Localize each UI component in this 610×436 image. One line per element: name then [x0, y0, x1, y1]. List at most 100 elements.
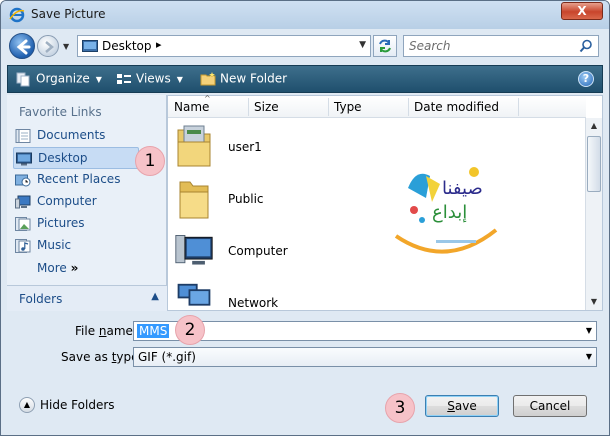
more-label: More — [37, 261, 67, 275]
column-divider[interactable] — [408, 98, 409, 116]
back-arrow-icon — [16, 39, 31, 55]
address-bar[interactable]: Desktop ▸ ▼ — [77, 35, 371, 57]
recent-places-icon — [15, 174, 31, 187]
sidebar-item-label: Computer — [37, 194, 97, 208]
computer-icon — [175, 235, 213, 265]
folders-toggle[interactable]: Folders ▲ — [7, 285, 167, 311]
callout-badge-2: 2 — [175, 315, 205, 345]
label-part: Save as — [61, 350, 112, 364]
column-size[interactable]: Size — [254, 100, 279, 114]
recent-pages-dropdown[interactable]: ▼ — [63, 42, 69, 51]
user-folder-icon — [177, 125, 211, 167]
chevron-down-icon[interactable]: ▼ — [586, 352, 592, 361]
title-bar: Save Picture X — [1, 1, 609, 29]
internet-explorer-icon — [9, 7, 25, 23]
save-button[interactable]: Save — [425, 395, 499, 417]
search-input[interactable]: Search — [403, 35, 599, 57]
desktop-icon — [82, 40, 98, 52]
column-divider[interactable] — [248, 98, 249, 116]
views-menu[interactable]: Views ▼ — [116, 71, 183, 87]
file-name: Computer — [228, 244, 288, 258]
column-header: Name ^ Size Type Date modified — [168, 94, 586, 118]
sort-ascending-icon: ^ — [204, 94, 211, 103]
label-part: File — [75, 324, 99, 338]
back-button[interactable] — [9, 33, 35, 59]
watermark-logo: صيفنا إبداع — [394, 167, 498, 254]
favorite-links-heading: Favorite Links — [19, 105, 102, 119]
sidebar-item-label: Pictures — [37, 216, 85, 230]
command-toolbar: Organize ▼ Views ▼ New Folder ? — [7, 65, 603, 93]
organize-menu[interactable]: Organize ▼ — [16, 71, 102, 87]
file-name: Public — [228, 192, 264, 206]
folder-icon — [179, 181, 209, 219]
save-accelerator: S — [447, 399, 455, 413]
network-icon — [177, 283, 211, 306]
list-item[interactable]: user1 — [174, 122, 374, 172]
sidebar-item-documents[interactable]: Documents — [13, 125, 139, 147]
column-type[interactable]: Type — [334, 100, 362, 114]
new-folder-label: New Folder — [220, 71, 288, 86]
new-folder-icon — [200, 72, 216, 86]
forward-arrow-icon — [45, 41, 54, 53]
save-as-type-value: GIF (*.gif) — [138, 350, 196, 364]
sidebar-item-music[interactable]: Music — [13, 235, 139, 257]
cancel-button[interactable]: Cancel — [513, 395, 587, 417]
documents-icon — [15, 129, 31, 143]
file-name: user1 — [228, 140, 262, 154]
save-as-type-select[interactable]: GIF (*.gif) ▼ — [133, 347, 597, 367]
forward-button[interactable] — [37, 35, 59, 57]
sidebar-item-recent-places[interactable]: Recent Places — [13, 169, 139, 191]
computer-icon — [15, 195, 31, 209]
refresh-button[interactable] — [373, 35, 397, 57]
label-accelerator: n — [98, 324, 107, 338]
sidebar-item-desktop[interactable]: Desktop — [13, 147, 139, 169]
scroll-thumb[interactable] — [587, 136, 601, 192]
search-icon[interactable] — [579, 39, 593, 53]
pictures-icon — [15, 217, 31, 231]
music-icon — [15, 239, 31, 253]
svg-text:إبداع: إبداع — [432, 202, 467, 223]
sidebar-item-pictures[interactable]: Pictures — [13, 213, 139, 235]
search-placeholder: Search — [409, 39, 451, 53]
views-dropdown-icon: ▼ — [176, 74, 183, 84]
sidebar-item-computer[interactable]: Computer — [13, 191, 139, 213]
svg-text:صيفنا: صيفنا — [442, 178, 483, 199]
window-title: Save Picture — [31, 7, 106, 21]
list-item[interactable]: Network — [174, 278, 374, 310]
list-item[interactable]: Public — [174, 174, 374, 224]
address-row: ▼ Desktop ▸ ▼ Search — [1, 29, 609, 63]
navigation-pane: Favorite Links Documents Desktop Recent … — [7, 95, 167, 311]
organize-dropdown-icon: ▼ — [95, 74, 102, 84]
chevron-up-icon: ▲ — [151, 291, 159, 302]
close-button[interactable]: X — [561, 2, 603, 20]
hide-folders-label: Hide Folders — [40, 398, 115, 412]
chevron-down-icon[interactable]: ▼ — [586, 326, 592, 335]
file-list: Name ^ Size Type Date modified user1 Pub… — [167, 94, 603, 311]
refresh-icon — [379, 39, 391, 53]
organize-icon — [16, 72, 30, 87]
breadcrumb-chevron[interactable]: ▸ — [156, 38, 162, 51]
chevron-up-icon: ▲ — [19, 397, 35, 413]
callout-badge-1: 1 — [135, 146, 165, 176]
address-location: Desktop — [102, 39, 152, 53]
desktop-icon — [16, 152, 32, 166]
vertical-scrollbar[interactable]: ▲ ▼ — [585, 118, 602, 310]
sidebar-item-label: Desktop — [38, 151, 88, 165]
list-item[interactable]: Computer — [174, 226, 374, 276]
views-icon — [117, 74, 131, 84]
more-chevron-icon: » — [70, 261, 79, 275]
scroll-down-icon[interactable]: ▼ — [586, 294, 602, 310]
column-divider[interactable] — [328, 98, 329, 116]
callout-badge-3: 3 — [385, 393, 415, 423]
new-folder-button[interactable]: New Folder — [200, 71, 287, 87]
views-label: Views — [136, 71, 171, 86]
help-icon[interactable]: ? — [578, 71, 594, 87]
more-links[interactable]: More » — [37, 261, 78, 275]
scroll-up-icon[interactable]: ▲ — [586, 118, 602, 134]
column-date-modified[interactable]: Date modified — [414, 100, 499, 114]
column-divider[interactable] — [518, 98, 519, 116]
sidebar-item-label: Recent Places — [37, 172, 121, 186]
address-dropdown-icon[interactable]: ▼ — [359, 40, 366, 50]
file-name-value: MMS — [137, 324, 170, 338]
file-name: Network — [228, 296, 279, 310]
